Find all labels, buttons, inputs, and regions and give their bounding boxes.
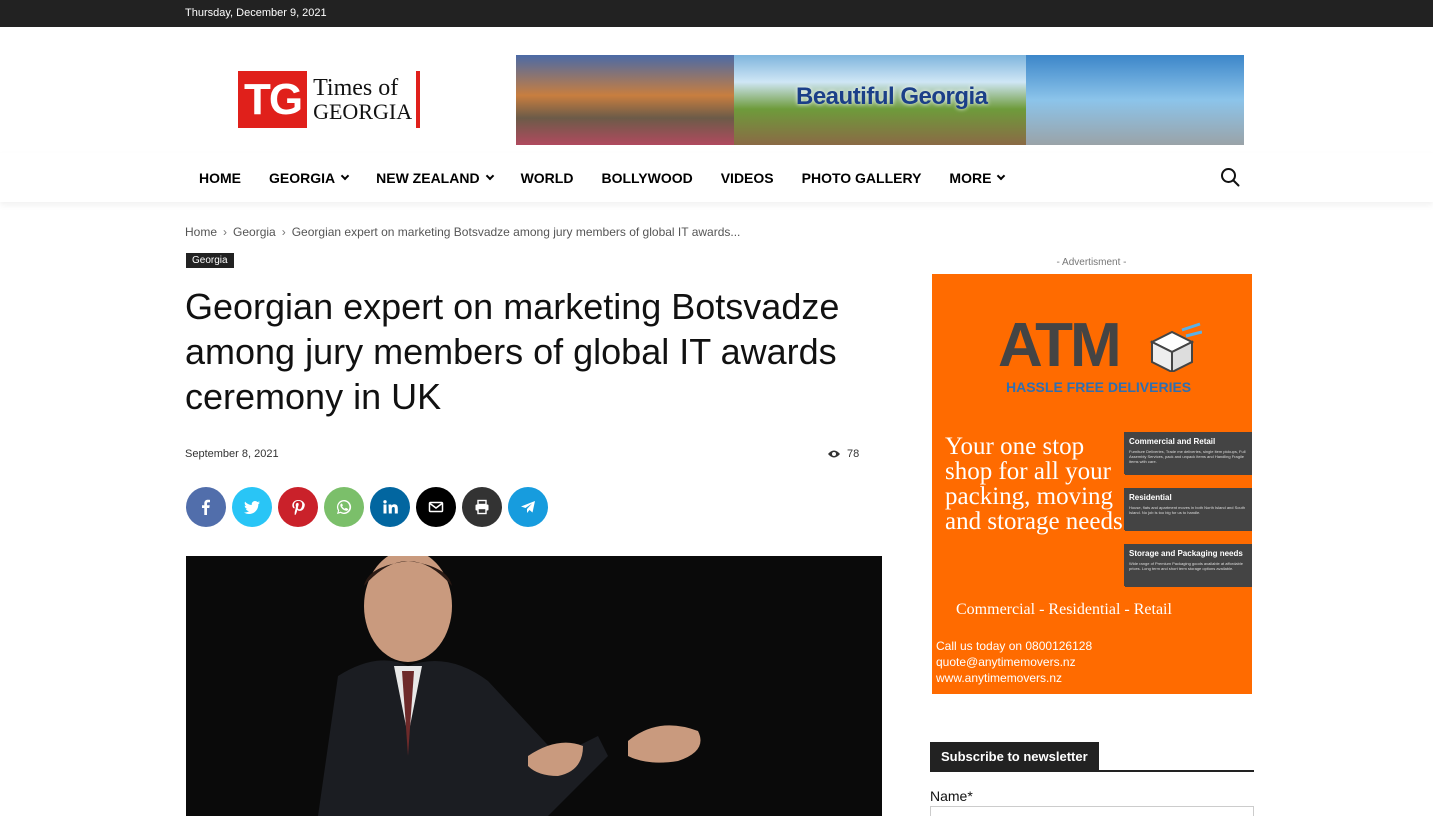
share-bar [186,487,548,527]
logo-bar [416,71,421,128]
name-input[interactable] [930,806,1254,816]
ad-service-card: Commercial and Retail Furniture Deliveri… [1124,432,1252,475]
ad-service-card: Storage and Packaging needs Wide range o… [1124,544,1252,587]
breadcrumb-current: Georgian expert on marketing Botsvadze a… [291,225,741,239]
ad-phone: Call us today on 0800126128 [936,639,1093,653]
nav-item-more[interactable]: MORE [935,170,1018,186]
print-button[interactable] [462,487,502,527]
eye-icon [828,450,840,458]
ad-service-heading: Storage and Packaging needs [1129,549,1243,558]
banner-text: Beautiful Georgia [796,83,988,110]
sidebar-ad[interactable]: ATM HASSLE FREE DELIVERIES Your one stop… [932,274,1252,694]
banner-photo-3 [1026,55,1244,145]
whatsapp-share-button[interactable] [324,487,364,527]
breadcrumb-home[interactable]: Home [185,225,217,239]
banner-photo-2: Beautiful Georgia [734,55,1026,145]
logo-line-2: GEORGIA [313,98,413,124]
twitter-icon [244,501,260,514]
ad-website: www.anytimemovers.nz [936,671,1063,685]
ad-service-body: Furniture Deliveries, Trade me deliverie… [1129,449,1246,464]
newsletter-widget: Subscribe to newsletter [930,742,1254,772]
site-logo[interactable]: TG Times of GEORGIA [238,71,456,128]
nav-item-label: BOLLYWOOD [601,169,693,186]
envelope-icon [428,501,444,513]
nav-item-home[interactable]: HOME [185,170,255,186]
linkedin-share-button[interactable] [370,487,410,527]
ad-email: quote@anytimemovers.nz [936,655,1076,669]
nav-item-label: WORLD [520,169,574,186]
advertisement-label: - Advertisment - [1056,257,1127,268]
ad-service-body: Wide range of Premium Packaging goods av… [1129,561,1243,571]
header-banner-ad[interactable]: Beautiful Georgia [516,55,1244,145]
box-icon [1149,322,1202,372]
ad-service-title: Storage and Packaging needs Wide range o… [1125,545,1252,587]
nav-item-label: NEW ZEALAND [376,169,480,186]
ad-contact: Call us today on 0800126128 quote@anytim… [936,638,1092,686]
nav-item-label: PHOTO GALLERY [801,169,922,186]
chevron-down-icon [340,171,350,180]
speaker-photo [318,556,701,816]
view-count: 78 [827,448,859,460]
name-label: Name* [930,788,973,804]
ad-service-card: Residential House, flats and apartment m… [1124,488,1252,531]
newsletter-title: Subscribe to newsletter [930,742,1099,771]
top-bar: Thursday, December 9, 2021 [0,0,1433,27]
logo-wordmark: Times of GEORGIA [313,76,412,124]
nav-item-label: HOME [199,169,241,186]
twitter-share-button[interactable] [232,487,272,527]
breadcrumb-category[interactable]: Georgia [233,225,276,239]
nav-menu: HOME GEORGIA NEW ZEALAND WORLD BOLLYWOOD… [185,153,1018,202]
printer-icon [475,499,489,515]
nav-item-new-zealand[interactable]: NEW ZEALAND [362,170,506,186]
nav-item-label: MORE [949,169,992,186]
category-badge[interactable]: Georgia [186,253,234,268]
article-date: September 8, 2021 [185,448,279,460]
pinterest-share-button[interactable] [278,487,318,527]
nav-item-georgia[interactable]: GEORGIA [255,170,362,186]
linkedin-icon [383,500,398,514]
chevron-down-icon [997,171,1006,180]
pinterest-icon [292,500,305,515]
logo-mark: TG [238,71,308,128]
breadcrumb: Home › Georgia › Georgian expert on mark… [185,225,740,239]
ad-service-heading: Residential [1129,493,1172,502]
view-count-value: 78 [847,448,860,460]
nav-item-photo-gallery[interactable]: PHOTO GALLERY [788,170,936,186]
ad-segments: Commercial - Residential - Retail [956,601,1172,618]
main-nav: HOME GEORGIA NEW ZEALAND WORLD BOLLYWOOD… [0,153,1433,202]
ad-brand: ATM [998,311,1122,380]
ad-service-body: House, flats and apartment moves in both… [1129,505,1246,515]
ad-headline: Your one stop shop for all your packing,… [945,433,1123,535]
nav-item-world[interactable]: WORLD [507,170,588,186]
nav-item-label: VIDEOS [720,169,774,186]
breadcrumb-separator: › [281,225,286,239]
ad-service-heading: Commercial and Retail [1129,437,1216,446]
facebook-share-button[interactable] [186,487,226,527]
telegram-icon [521,501,535,513]
nav-item-label: GEORGIA [269,169,336,186]
ad-service-title: Residential House, flats and apartment m… [1125,489,1252,531]
breadcrumb-separator: › [223,225,228,239]
ad-tagline: HASSLE FREE DELIVERIES [1006,379,1192,395]
current-date: Thursday, December 9, 2021 [185,7,327,19]
search-icon[interactable] [1220,167,1240,187]
whatsapp-icon [337,499,352,514]
nav-item-videos[interactable]: VIDEOS [707,170,788,186]
article-title: Georgian expert on marketing Botsvadze a… [185,286,840,417]
ad-service-title: Commercial and Retail Furniture Deliveri… [1125,433,1252,475]
banner-photo-1 [516,55,734,145]
chevron-down-icon [485,171,494,180]
logo-line-1: Times of [313,74,399,101]
telegram-share-button[interactable] [508,487,548,527]
nav-item-bollywood[interactable]: BOLLYWOOD [587,170,706,186]
facebook-icon [202,499,210,515]
email-share-button[interactable] [416,487,456,527]
article-featured-image [186,556,882,816]
